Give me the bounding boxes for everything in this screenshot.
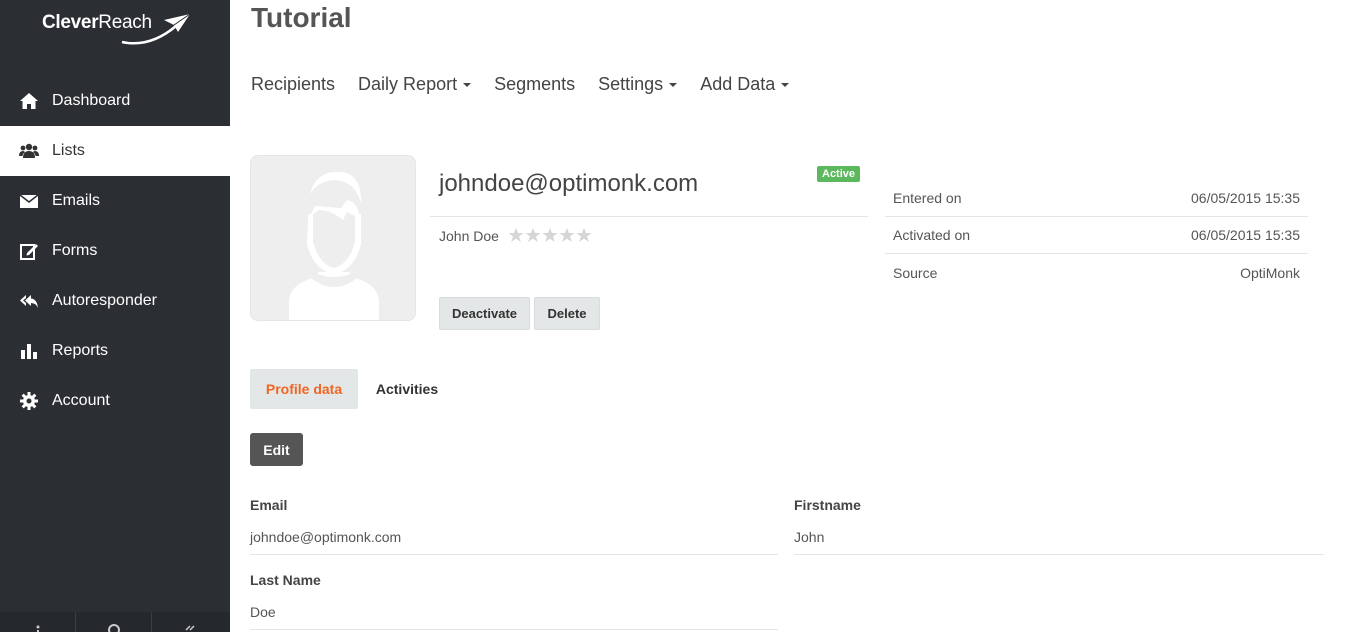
- sidebar-item-label: Autoresponder: [52, 292, 157, 309]
- collapse-sidebar-button[interactable]: [152, 612, 228, 632]
- firstname-value: John: [794, 529, 825, 545]
- firstname-label: Firstname: [794, 497, 861, 513]
- tab-profile-data[interactable]: Profile data: [250, 369, 358, 409]
- list-nav: Recipients Daily Report Segments Setting…: [251, 74, 812, 95]
- gear-icon: [18, 390, 40, 412]
- nav-label: Settings: [598, 74, 664, 94]
- nav-label: Recipients: [251, 74, 336, 94]
- nav-add-data[interactable]: Add Data: [700, 74, 790, 95]
- sidebar-item-reports[interactable]: Reports: [0, 326, 230, 376]
- sidebar-item-label: Account: [52, 392, 110, 409]
- help-icon: [107, 624, 120, 632]
- nav-label: Daily Report: [358, 74, 458, 94]
- caret-down-icon: [781, 82, 790, 87]
- info-value: 06/05/2015 15:35: [1191, 190, 1300, 206]
- profile-name: John Doe: [439, 228, 499, 244]
- avatar: [250, 155, 416, 321]
- sidebar-item-dashboard[interactable]: Dashboard: [0, 76, 230, 126]
- divider: [794, 554, 1324, 555]
- info-row-source: Source OptiMonk: [885, 254, 1308, 291]
- sidebar: CleverReach Dashboard Lists Emails Forms…: [0, 0, 230, 632]
- lastname-value: Doe: [250, 604, 276, 620]
- info-row-activated: Activated on 06/05/2015 15:35: [885, 217, 1308, 254]
- envelope-icon: [18, 190, 40, 212]
- info-button[interactable]: [0, 612, 76, 632]
- star-icon[interactable]: [525, 227, 541, 243]
- nav-segments[interactable]: Segments: [494, 74, 575, 95]
- reply-all-icon: [18, 290, 40, 312]
- email-value: johndoe@optimonk.com: [250, 529, 402, 545]
- user-placeholder-icon: [289, 171, 379, 320]
- sidebar-footer: [0, 612, 230, 632]
- sidebar-item-lists[interactable]: Lists: [0, 126, 230, 176]
- main-content: Tutorial Recipients Daily Report Segment…: [230, 0, 1348, 632]
- caret-down-icon: [463, 82, 472, 87]
- nav-recipients[interactable]: Recipients: [251, 74, 335, 95]
- bar-chart-icon: [18, 340, 40, 362]
- sidebar-item-emails[interactable]: Emails: [0, 176, 230, 226]
- sidebar-nav: Dashboard Lists Emails Forms Autorespond…: [0, 76, 230, 426]
- deactivate-button[interactable]: Deactivate: [439, 297, 530, 330]
- nav-daily-report[interactable]: Daily Report: [358, 74, 472, 95]
- home-icon: [18, 90, 40, 112]
- divider: [250, 629, 778, 630]
- sidebar-item-account[interactable]: Account: [0, 376, 230, 426]
- info-label: Entered on: [893, 190, 962, 206]
- star-icon[interactable]: [559, 227, 575, 243]
- collapse-icon: [185, 625, 195, 631]
- info-value: 06/05/2015 15:35: [1191, 227, 1300, 243]
- sidebar-item-label: Forms: [52, 242, 98, 259]
- email-label: Email: [250, 497, 288, 513]
- star-icon[interactable]: [576, 227, 592, 243]
- sidebar-item-label: Reports: [52, 342, 109, 359]
- info-value: OptiMonk: [1240, 264, 1300, 281]
- brand-name-bold: Clever: [42, 12, 99, 33]
- recipient-info-table: Entered on 06/05/2015 15:35 Activated on…: [885, 180, 1308, 291]
- users-icon: [18, 140, 40, 162]
- lastname-label: Last Name: [250, 572, 321, 588]
- status-badge: Active: [817, 166, 861, 182]
- nav-label: Add Data: [700, 74, 776, 94]
- brand-logo[interactable]: CleverReach: [0, 0, 230, 60]
- edit-button[interactable]: Edit: [250, 433, 303, 466]
- star-icon[interactable]: [542, 227, 558, 243]
- info-label: Source: [893, 264, 938, 281]
- rating-stars[interactable]: [508, 227, 593, 243]
- nav-settings[interactable]: Settings: [598, 74, 678, 95]
- star-icon[interactable]: [508, 227, 524, 243]
- profile-email: johndoe@optimonk.com: [439, 170, 699, 197]
- sidebar-item-label: Dashboard: [52, 92, 131, 109]
- sidebar-item-label: Lists: [52, 142, 85, 159]
- edit-icon: [18, 240, 40, 262]
- paper-plane-icon: [121, 13, 191, 45]
- sidebar-item-autoresponder[interactable]: Autoresponder: [0, 276, 230, 326]
- tab-activities[interactable]: Activities: [362, 369, 452, 409]
- info-icon: [36, 625, 39, 632]
- sidebar-item-forms[interactable]: Forms: [0, 226, 230, 276]
- info-row-entered: Entered on 06/05/2015 15:35: [885, 180, 1308, 217]
- caret-down-icon: [669, 82, 678, 87]
- divider: [430, 216, 868, 217]
- page-title: Tutorial: [251, 2, 352, 33]
- sidebar-item-label: Emails: [52, 192, 101, 209]
- divider: [250, 554, 778, 555]
- help-button[interactable]: [76, 612, 152, 632]
- delete-button[interactable]: Delete: [534, 297, 600, 330]
- info-label: Activated on: [893, 227, 971, 243]
- nav-label: Segments: [494, 74, 576, 94]
